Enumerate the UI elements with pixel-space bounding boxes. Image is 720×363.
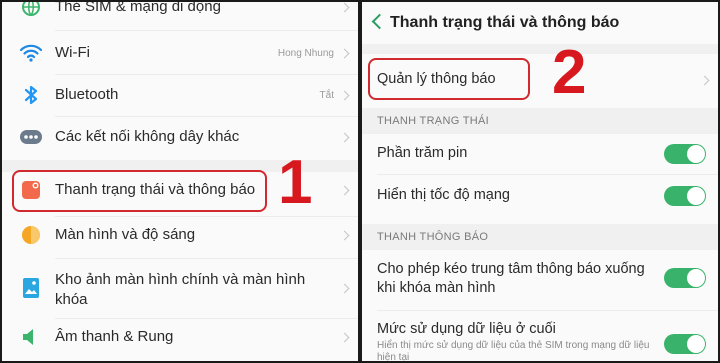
settings-item-wifi[interactable]: Wi-Fi Hong Nhung [2,40,358,66]
settings-item-label: Màn hình và độ sáng [55,226,196,243]
settings-item-label: Wi-Fi [55,44,90,61]
chevron-right-icon [339,48,350,58]
settings-item-label: Thẻ SIM & mạng di động [55,2,221,15]
section-notification-bar: THANH THÔNG BÁO [377,231,489,243]
divider [377,310,718,311]
chevron-right-icon [339,132,350,142]
settings-item-bluetooth[interactable]: Bluetooth Tắt [2,82,358,108]
divider [55,318,358,319]
status-bar-settings-panel: Thanh trạng thái và thông báo Quản lý th… [362,2,718,361]
pull-down-toggle[interactable] [664,268,706,288]
settings-item-label: Các kết nối không dây khác [55,128,240,145]
chevron-right-icon [699,75,710,85]
settings-item-label: Kho ảnh màn hình chính và màn hình khóa [55,271,306,308]
battery-percent-row: Phần trăm pin [362,142,718,166]
toggle-knob [687,335,705,353]
sound-icon [20,326,42,348]
network-speed-row: Hiển thị tốc độ mạng [362,184,718,208]
chevron-right-icon [339,332,350,342]
data-usage-label: Mức sử dụng dữ liệu ở cuối [377,321,556,337]
settings-item-label: Bluetooth [55,86,119,103]
settings-item-sim[interactable]: Thẻ SIM & mạng di động [2,2,358,18]
more-connections-icon [20,126,42,148]
battery-percent-toggle[interactable] [664,144,706,164]
wifi-network-value: Hong Nhung [277,47,334,59]
network-speed-toggle[interactable] [664,186,706,206]
network-speed-label: Hiển thị tốc độ mạng [377,187,510,203]
highlight-box-step-2 [368,58,530,100]
settings-item-label: Âm thanh & Rung [55,328,174,345]
settings-item-sound[interactable]: Âm thanh & Rung [2,324,358,350]
chevron-right-icon [339,283,350,293]
wifi-icon [20,42,42,64]
data-usage-description: Hiển thị mức sử dụng dữ liệu của thẻ SIM… [377,340,650,361]
section-gap [362,44,718,54]
settings-list-panel: Thẻ SIM & mạng di động Wi-Fi Hong Nhung … [2,2,358,361]
toggle-knob [687,187,705,205]
wallpaper-icon [20,277,42,299]
pull-down-label: Cho phép kéo trung tâm thông báo xuống k… [377,261,645,296]
divider [377,174,718,175]
chevron-right-icon [339,230,350,240]
bluetooth-icon [20,84,42,106]
bluetooth-status-value: Tắt [319,89,334,101]
settings-item-wallpaper[interactable]: Kho ảnh màn hình chính và màn hình khóa [2,266,358,310]
data-usage-row: Mức sử dụng dữ liệu ở cuối Hiển thị mức … [362,318,718,361]
chevron-right-icon [339,2,350,12]
back-arrow-icon[interactable] [371,13,388,30]
divider [55,116,358,117]
pull-down-row: Cho phép kéo trung tâm thông báo xuống k… [362,258,718,302]
highlight-box-step-1 [12,170,267,212]
data-usage-toggle[interactable] [664,334,706,354]
step-number-2: 2 [552,38,587,107]
chevron-right-icon [339,185,350,195]
toggle-knob [687,145,705,163]
section-status-bar: THANH TRẠNG THÁI [377,115,489,127]
divider [55,258,358,259]
toggle-knob [687,269,705,287]
divider [55,74,358,75]
settings-item-other-connections[interactable]: Các kết nối không dây khác [2,124,358,150]
step-number-1: 1 [278,148,313,217]
chevron-right-icon [339,90,350,100]
settings-item-display[interactable]: Màn hình và độ sáng [2,222,358,248]
page-title: Thanh trạng thái và thông báo [390,14,620,31]
battery-percent-label: Phần trăm pin [377,145,468,161]
brightness-icon [20,224,42,246]
sim-globe-icon [20,2,42,18]
page-header: Thanh trạng thái và thông báo [362,2,718,44]
divider [55,30,358,31]
divider [55,216,358,217]
